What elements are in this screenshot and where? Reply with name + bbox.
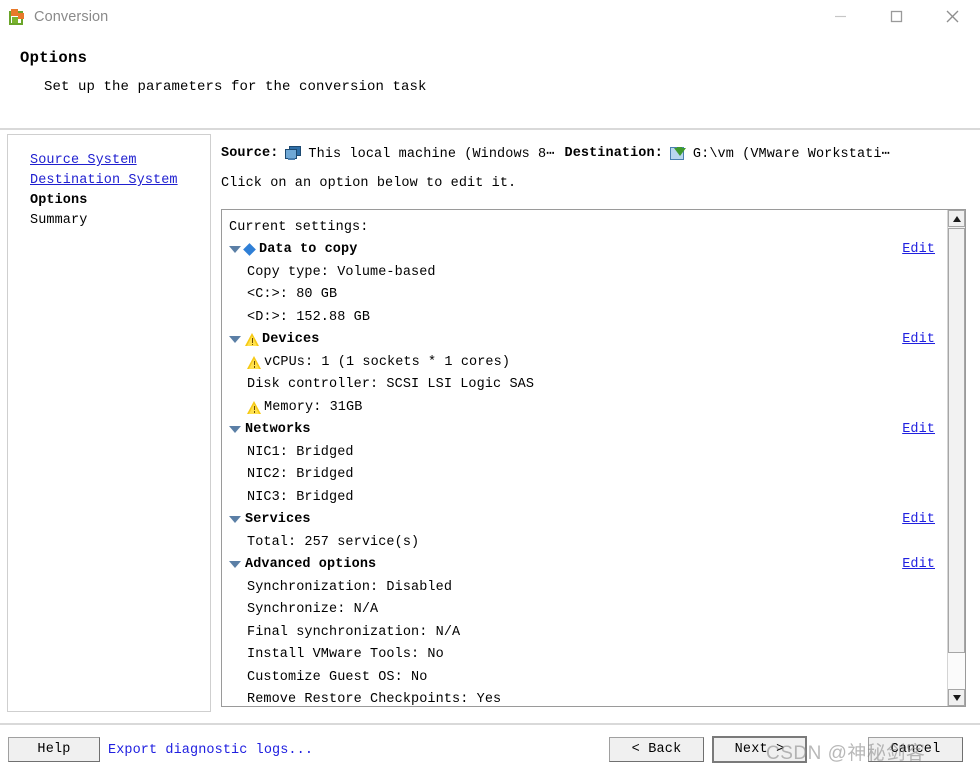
settings-row: Synchronize: N/A	[222, 599, 947, 622]
row-text: <C:>: 80 GB	[247, 287, 338, 303]
row-text: NIC3: Bridged	[247, 489, 354, 505]
header-divider	[0, 128, 980, 130]
destination-value: G:\vm (VMware Workstati⋯	[692, 147, 890, 162]
settings-caption: Current settings:	[229, 219, 369, 235]
edit-link-advanced-options[interactable]: Edit	[902, 557, 935, 572]
settings-panel: Current settings: Data to copy Edit Copy…	[221, 209, 966, 707]
sidebar-item-options[interactable]: Options	[30, 191, 210, 211]
row-text: Install VMware Tools: No	[247, 647, 444, 663]
settings-group-data-to-copy[interactable]: Data to copy Edit	[222, 239, 947, 262]
row-text: NIC1: Bridged	[247, 444, 354, 460]
settings-caption-row: Current settings:	[222, 216, 947, 239]
settings-row: <D:>: 152.88 GB	[222, 306, 947, 329]
import-arrow-icon	[669, 146, 687, 161]
row-text: Memory: 31GB	[264, 399, 363, 415]
collapse-triangle-icon[interactable]	[229, 426, 241, 434]
cancel-button[interactable]: Cancel	[868, 737, 963, 762]
close-icon[interactable]	[924, 0, 980, 33]
footer-bar: Help Export diagnostic logs... < Back Ne…	[0, 725, 980, 771]
page-header: Options Set up the parameters for the co…	[0, 33, 980, 95]
settings-row: Disk controller: SCSI LSI Logic SAS	[222, 374, 947, 397]
scroll-up-arrow-icon[interactable]	[948, 210, 965, 227]
source-value: This local machine (Windows 8⋯	[308, 147, 555, 162]
sidebar-item-source-system[interactable]: Source System	[30, 151, 210, 171]
collapse-triangle-icon[interactable]	[229, 516, 241, 524]
sidebar-item-summary[interactable]: Summary	[30, 211, 210, 231]
edit-link-data-to-copy[interactable]: Edit	[902, 242, 935, 257]
vmware-converter-icon	[9, 8, 25, 25]
edit-link-devices[interactable]: Edit	[902, 332, 935, 347]
group-label: Devices	[262, 332, 320, 348]
destination-label: Destination:	[564, 146, 663, 161]
back-button[interactable]: < Back	[609, 737, 704, 762]
group-label: Services	[245, 512, 311, 528]
title-bar: Conversion	[0, 0, 980, 33]
row-text: vCPUs: 1 (1 sockets * 1 cores)	[264, 354, 511, 370]
row-text: Copy type: Volume-based	[247, 264, 436, 280]
row-text: <D:>: 152.88 GB	[247, 309, 371, 325]
content-column: Source: This local machine (Windows 8⋯ D…	[221, 131, 980, 720]
row-text: Total: 257 service(s)	[247, 534, 420, 550]
minimize-icon[interactable]	[812, 0, 868, 33]
blue-diamond-icon	[243, 243, 256, 257]
settings-row: NIC3: Bridged	[222, 486, 947, 509]
settings-row: Install VMware Tools: No	[222, 644, 947, 667]
row-text: Synchronization: Disabled	[247, 579, 453, 595]
settings-row: Copy type: Volume-based	[222, 261, 947, 284]
page-subtitle: Set up the parameters for the conversion…	[44, 79, 427, 95]
wizard-steps-sidebar: Source System Destination System Options…	[7, 134, 211, 712]
source-destination-bar: Source: This local machine (Windows 8⋯ D…	[221, 145, 980, 162]
collapse-triangle-icon[interactable]	[229, 246, 241, 254]
edit-link-networks[interactable]: Edit	[902, 422, 935, 437]
scrollbar-track[interactable]	[948, 653, 965, 689]
body-area: Source System Destination System Options…	[0, 131, 980, 720]
settings-row: vCPUs: 1 (1 sockets * 1 cores)	[222, 351, 947, 374]
settings-row: Synchronization: Disabled	[222, 576, 947, 599]
maximize-icon[interactable]	[868, 0, 924, 33]
settings-group-advanced-options[interactable]: Advanced options Edit	[222, 554, 947, 577]
source-label: Source:	[221, 146, 279, 161]
settings-row: Total: 257 service(s)	[222, 531, 947, 554]
settings-row: Customize Guest OS: No	[222, 666, 947, 689]
row-text: Disk controller: SCSI LSI Logic SAS	[247, 377, 535, 393]
page-title: Options	[20, 49, 88, 67]
window-controls	[812, 0, 980, 33]
row-text: NIC2: Bridged	[247, 467, 354, 483]
row-text: Remove Restore Checkpoints: Yes	[247, 692, 502, 706]
row-text: Final synchronization: N/A	[247, 624, 461, 640]
scrollbar-thumb[interactable]	[948, 228, 965, 653]
group-label: Networks	[245, 422, 311, 438]
instruction-text: Click on an option below to edit it.	[221, 176, 517, 191]
settings-list: Current settings: Data to copy Edit Copy…	[222, 210, 947, 706]
next-button[interactable]: Next >	[712, 736, 807, 763]
export-diagnostic-logs-link[interactable]: Export diagnostic logs...	[108, 743, 313, 758]
window-title: Conversion	[34, 8, 109, 25]
edit-link-services[interactable]: Edit	[902, 512, 935, 527]
settings-scrollbar[interactable]	[947, 210, 965, 706]
settings-row: NIC1: Bridged	[222, 441, 947, 464]
warning-icon	[247, 400, 262, 414]
settings-row: NIC2: Bridged	[222, 464, 947, 487]
settings-row: Remove Restore Checkpoints: Yes	[222, 689, 947, 706]
warning-icon	[245, 333, 260, 347]
row-text: Synchronize: N/A	[247, 602, 379, 618]
group-label: Advanced options	[245, 557, 377, 573]
row-text: Customize Guest OS: No	[247, 669, 428, 685]
warning-icon	[247, 355, 262, 369]
scroll-down-arrow-icon[interactable]	[948, 689, 965, 706]
settings-row: <C:>: 80 GB	[222, 284, 947, 307]
settings-row: Memory: 31GB	[222, 396, 947, 419]
settings-group-services[interactable]: Services Edit	[222, 509, 947, 532]
settings-group-devices[interactable]: Devices Edit	[222, 329, 947, 352]
collapse-triangle-icon[interactable]	[229, 336, 241, 344]
settings-row: Final synchronization: N/A	[222, 621, 947, 644]
sidebar-item-destination-system[interactable]: Destination System	[30, 171, 210, 191]
monitor-icon	[285, 146, 302, 161]
help-button[interactable]: Help	[8, 737, 100, 762]
collapse-triangle-icon[interactable]	[229, 561, 241, 569]
group-label: Data to copy	[259, 242, 358, 258]
settings-group-networks[interactable]: Networks Edit	[222, 419, 947, 442]
